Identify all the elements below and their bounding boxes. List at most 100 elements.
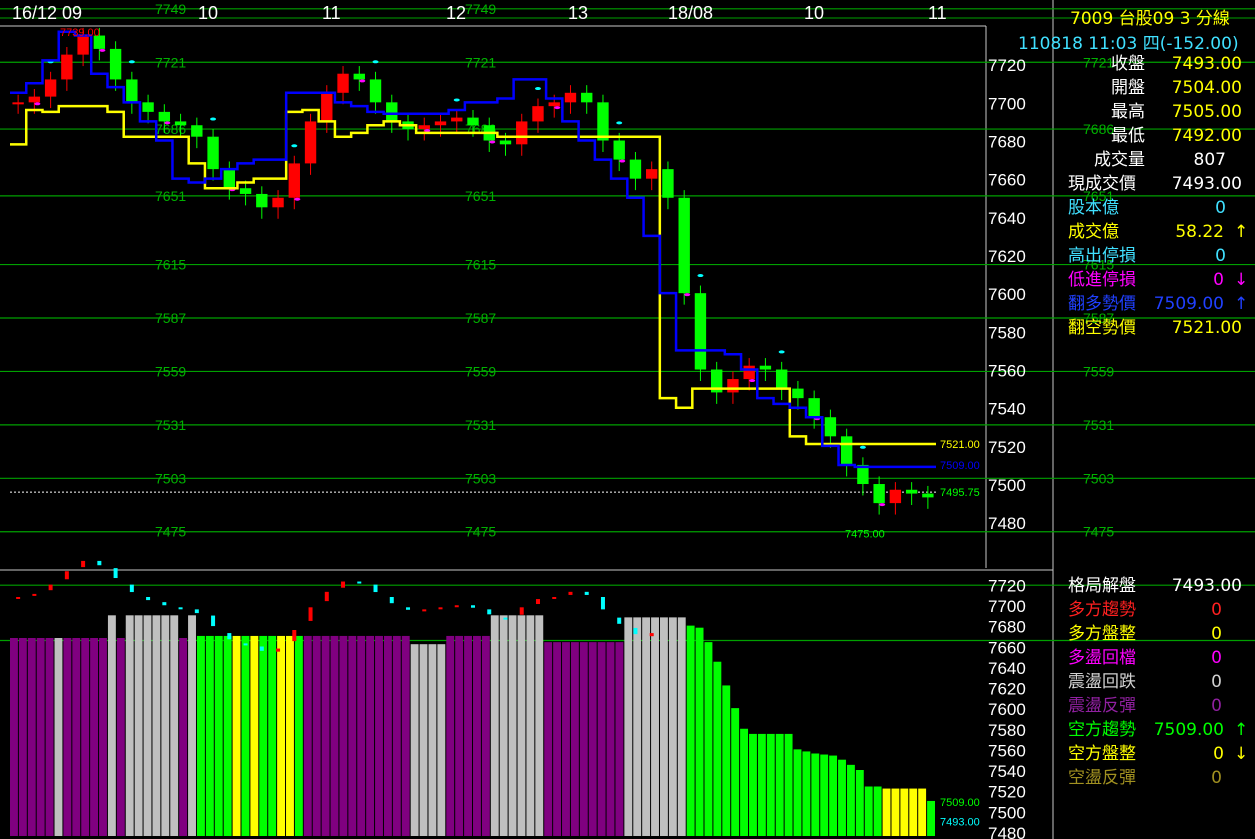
quote-label: 翻空勢價 [1068,318,1136,338]
quote-label: 高出停損 [1068,246,1136,266]
sub-candle-body [194,609,199,614]
candle-body [191,125,203,137]
state-bar [116,638,125,836]
quote-row: 翻空勢價 7521.00 [1060,316,1250,340]
candle-body [499,140,512,145]
state-bar [125,615,134,836]
state-bar [90,638,99,836]
y-tick-label: 7680 [988,133,1026,152]
cyan-marker [616,121,623,125]
cyan-marker [778,350,785,354]
state-row: 震盪反彈 0 [1060,694,1250,718]
state-row: 空方趨勢 7509.00 ↑ [1060,718,1250,742]
candle-body [353,73,365,80]
state-bar [54,638,63,836]
state-bar [383,635,392,836]
state-label: 多方趨勢 [1068,600,1136,620]
candle-body [516,121,528,145]
sub-candle-body [552,597,557,599]
state-bar [392,635,401,836]
sub-candle-body [227,633,232,640]
state-panel: 格局解盤 7493.00 多方趨勢 0 多方盤整 0 多盪回檔 0 震盪回跌 0 震盪反彈 0 空方趨勢… [1060,574,1250,804]
sub-candle-body [292,630,297,642]
cyan-marker [453,98,460,102]
sub-candle-body [341,581,346,588]
sub-candle-body [357,581,362,584]
sub-candle-body [113,568,118,579]
state-bar [811,753,820,836]
state-arrow-icon: ↑ [1234,720,1249,740]
old-level-label: 7651 [155,188,186,204]
state-bar [143,615,152,836]
state-bar [36,638,45,836]
candle-body [337,73,349,93]
magenta-marker [34,102,41,106]
sub-candle-body [373,584,378,593]
sub-price-annotation: 7493.00 [940,816,980,828]
state-bar [757,733,766,836]
candle-body [369,79,382,103]
old-level-label: 7749 [155,1,186,17]
candle-body [922,493,934,498]
y-tick-label: 7620 [988,247,1026,266]
old-level-label: 7531 [465,417,496,433]
candle-body [694,293,707,370]
sub-candle-body [211,615,216,627]
price-annotation: 7475.00 [845,529,885,541]
x-axis-label: 10 [198,3,218,23]
state-bar [784,733,793,836]
candle-body [207,136,219,170]
old-level-label: 7559 [155,363,186,379]
quote-value: 0 [1213,270,1224,290]
magenta-marker [879,503,886,507]
trend-line-layer [10,30,936,469]
y-tick-label: 7540 [988,400,1026,419]
state-bar [927,800,935,836]
price-annotation: 7509.00 [940,460,980,472]
state-bar [686,625,695,836]
cyan-marker [697,274,704,278]
candle-body [646,169,658,179]
state-bar [223,635,232,836]
state-bar [205,635,214,836]
old-level-label: 7615 [155,257,186,273]
cyan-marker [859,445,866,449]
candle-body [564,92,577,103]
sub-candle-body [617,617,622,624]
state-row: 空方盤整 0 ↓ [1060,742,1250,766]
candle-body [613,140,625,160]
state-bar [918,788,927,836]
state-bar [312,635,321,836]
sub-candle-body [324,591,329,602]
sub-candle-body [503,617,508,620]
state-bar [704,642,713,836]
state-value: 0 [1211,768,1222,788]
state-bar [633,617,642,836]
quote-row: 低進停損 0 ↓ [1060,268,1250,292]
quote-value: 0 [1215,198,1226,218]
sub-candle-body [519,607,524,615]
state-row: 空盪反彈 0 [1060,766,1250,790]
sub-candle-body [129,584,134,593]
sub-candle-body [48,584,53,591]
state-value: 0 [1211,624,1222,644]
old-level-label: 7587 [465,310,496,326]
sub-y-tick-label: 7640 [988,659,1026,678]
y-tick-label: 7580 [988,323,1026,342]
state-bar [775,733,784,836]
state-bar [419,644,428,836]
candle-body [28,96,41,103]
state-bar [428,644,437,836]
state-bar [357,635,366,836]
y-tick-label: 7560 [988,362,1026,381]
state-bar [348,635,357,836]
old-level-label: 7503 [465,470,496,486]
state-bar [535,615,544,836]
quote-row: 開盤 7504.00 [1060,76,1250,100]
candle-body [873,484,885,504]
y-tick-label: 7520 [988,438,1026,457]
x-axis-label: 11 [928,3,947,23]
magenta-marker [619,159,626,163]
candle-body [824,417,837,437]
state-arrow-icon: ↓ [1234,744,1249,764]
